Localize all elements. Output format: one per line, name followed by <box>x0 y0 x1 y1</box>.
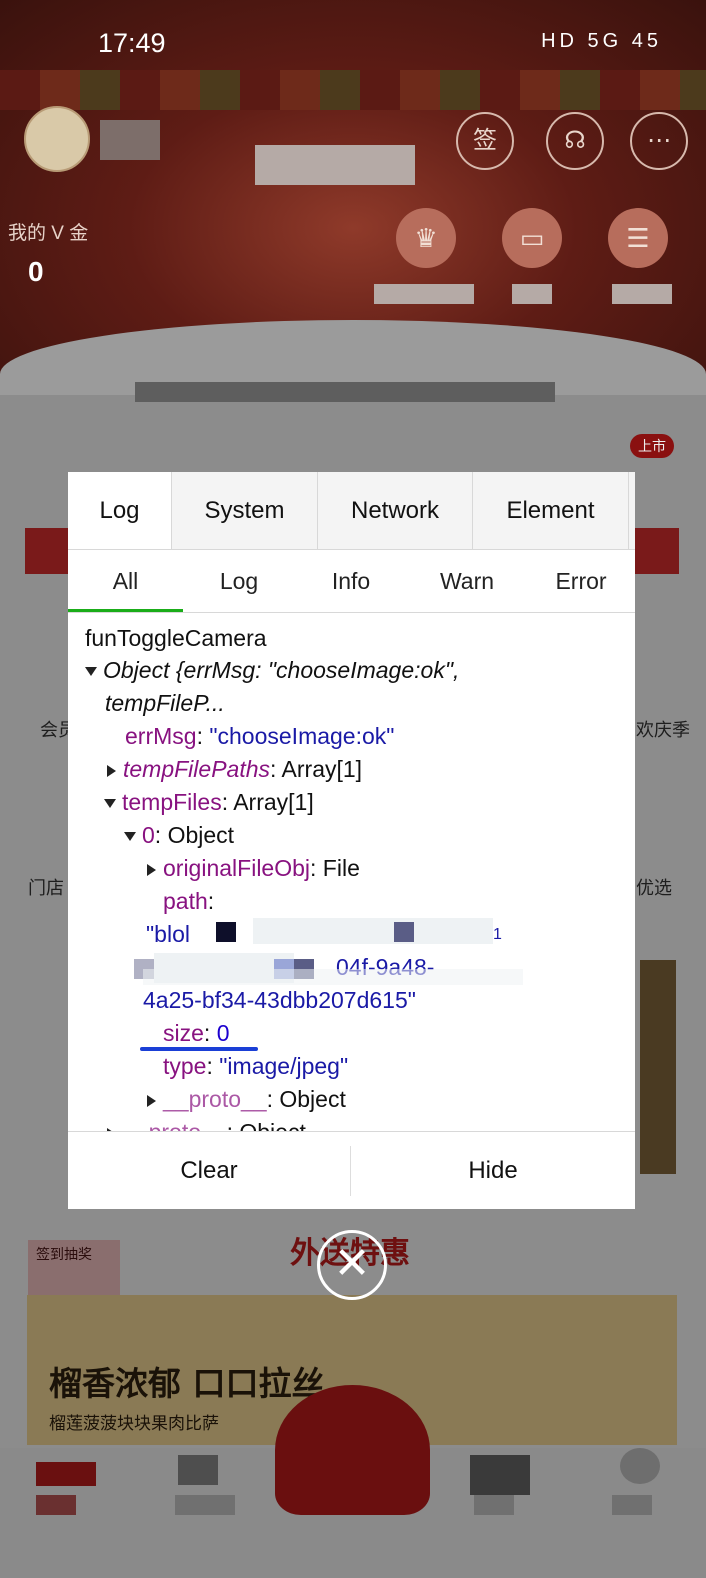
cart-tab-label <box>474 1495 514 1515</box>
status-time: 17:49 <box>98 28 166 58</box>
filter-log[interactable]: Log <box>183 550 295 612</box>
blurred-text <box>135 382 555 402</box>
new-badge: 上市 <box>630 434 674 458</box>
collapse-triangle-icon[interactable] <box>147 1094 156 1107</box>
log-prop-proto[interactable]: __proto__: Object <box>147 1083 346 1116</box>
status-bar: 17:49 HD 5G 45 <box>0 0 706 70</box>
menu-label-right[interactable]: 优选 <box>636 874 672 900</box>
expand-triangle-icon[interactable] <box>124 832 136 842</box>
log-path-value-end: 4a25-bf34-43dbb207d615" <box>143 987 416 1013</box>
expand-triangle-icon[interactable] <box>85 667 97 677</box>
tab-log[interactable]: Log <box>68 472 172 549</box>
collapse-triangle-icon[interactable] <box>147 863 156 876</box>
log-prop-size: size: 0 <box>163 1020 230 1046</box>
log-path-value-start: "blol <box>146 921 190 947</box>
promo-title: 榴香浓郁 口口拉丝 <box>49 1364 325 1403</box>
filter-all[interactable]: All <box>68 550 183 612</box>
vip-value: 0 <box>28 256 44 287</box>
tab-system[interactable]: System <box>172 472 318 549</box>
redaction-mask <box>394 922 414 942</box>
log-line: funToggleCamera <box>85 625 267 651</box>
red-ribbon-right <box>635 528 679 574</box>
log-prop-tempfiles[interactable]: tempFiles: Array[1] <box>104 786 314 819</box>
home-tab-label <box>36 1495 76 1515</box>
console-footer: Clear Hide <box>68 1131 635 1209</box>
log-prop-errmsg: errMsg: "chooseImage:ok" <box>125 723 395 749</box>
blurred-username <box>100 120 160 160</box>
crown-icon[interactable]: ♛ <box>396 208 456 268</box>
menu-label-left[interactable]: 门店 <box>28 874 64 900</box>
log-object-header[interactable]: Object {errMsg: "chooseImage:ok", <box>85 654 459 687</box>
debug-console-panel: Log System Network Element All Log Info … <box>68 472 635 1209</box>
food-image <box>640 960 676 1174</box>
customer-service-icon[interactable]: ☊ <box>546 112 604 170</box>
blurred-label <box>512 284 552 304</box>
log-prop-tempfilepaths[interactable]: tempFilePaths: Array[1] <box>107 753 362 786</box>
blurred-text <box>255 145 415 185</box>
redaction-mask <box>143 969 523 985</box>
mascot-icon[interactable] <box>275 1385 430 1515</box>
order-tab-label <box>175 1495 235 1515</box>
redaction-mask <box>253 918 493 944</box>
tab-network[interactable]: Network <box>318 472 473 549</box>
coupon-icon[interactable]: ☰ <box>608 208 668 268</box>
expand-triangle-icon[interactable] <box>104 799 116 809</box>
message-icon[interactable]: ⋯ <box>630 112 688 170</box>
wallet-icon[interactable]: ▭ <box>502 208 562 268</box>
home-tab-icon[interactable] <box>36 1462 96 1486</box>
avatar[interactable] <box>24 106 90 172</box>
blurred-label <box>374 284 474 304</box>
log-prop-index0[interactable]: 0: Object <box>124 819 234 852</box>
log-prop-type: type: "image/jpeg" <box>163 1053 349 1079</box>
log-prop-proto-outer[interactable]: __proto__: Object <box>107 1116 306 1131</box>
active-filter-indicator <box>68 609 183 612</box>
profile-tab-label <box>612 1495 652 1515</box>
status-icons: HD 5G 45 <box>541 30 662 52</box>
promo-subtitle: 榴莲菠菠块块果肉比萨 <box>49 1414 219 1433</box>
close-icon[interactable]: ✕ <box>317 1230 387 1300</box>
menu-label-right[interactable]: 欢庆季 <box>636 716 690 742</box>
order-tab-icon[interactable] <box>178 1455 218 1485</box>
advent-calendar-strip <box>0 70 706 110</box>
log-prop-path: path: <box>163 888 215 914</box>
filter-warn[interactable]: Warn <box>407 550 527 612</box>
filter-error[interactable]: Error <box>527 550 635 612</box>
log-path-fragment: 1 <box>493 926 502 943</box>
red-ribbon-left <box>25 528 69 574</box>
sign-in-icon[interactable]: 签 <box>456 112 514 170</box>
cart-tab-icon[interactable] <box>470 1455 530 1495</box>
redaction-mask <box>216 922 236 942</box>
collapse-triangle-icon[interactable] <box>107 764 116 777</box>
clear-button[interactable]: Clear <box>68 1132 350 1209</box>
log-output[interactable]: funToggleCamera Object {errMsg: "chooseI… <box>68 613 635 1131</box>
hide-button[interactable]: Hide <box>351 1132 635 1209</box>
signin-label: 签到抽奖 <box>36 1246 92 1262</box>
log-prop-originalfileobj[interactable]: originalFileObj: File <box>147 852 360 885</box>
filter-info[interactable]: Info <box>295 550 407 612</box>
vip-label: 我的 V 金 <box>8 223 89 244</box>
blurred-label <box>612 284 672 304</box>
console-main-tabs: Log System Network Element <box>68 472 635 550</box>
tab-element[interactable]: Element <box>473 472 629 549</box>
profile-tab-icon[interactable] <box>620 1448 660 1484</box>
log-object-header-cont: tempFileP... <box>105 690 225 716</box>
console-filter-tabs: All Log Info Warn Error <box>68 550 635 613</box>
